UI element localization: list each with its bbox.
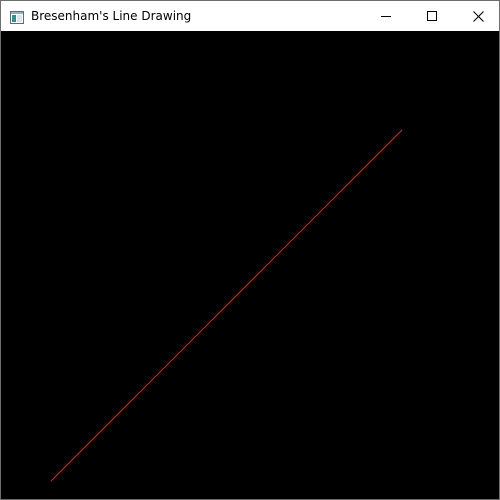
close-button[interactable] xyxy=(455,1,500,31)
canvas-background xyxy=(1,31,499,499)
title-bar[interactable]: Bresenham's Line Drawing xyxy=(1,1,499,31)
window-title: Bresenham's Line Drawing xyxy=(31,9,192,23)
close-icon xyxy=(472,10,484,22)
app-window: Bresenham's Line Drawing xyxy=(0,0,500,500)
maximize-button[interactable] xyxy=(409,1,455,31)
drawing-canvas[interactable] xyxy=(1,31,499,499)
minimize-button[interactable] xyxy=(363,1,409,31)
app-window-icon xyxy=(10,9,24,24)
minimize-icon xyxy=(381,11,391,21)
maximize-icon xyxy=(427,11,437,21)
